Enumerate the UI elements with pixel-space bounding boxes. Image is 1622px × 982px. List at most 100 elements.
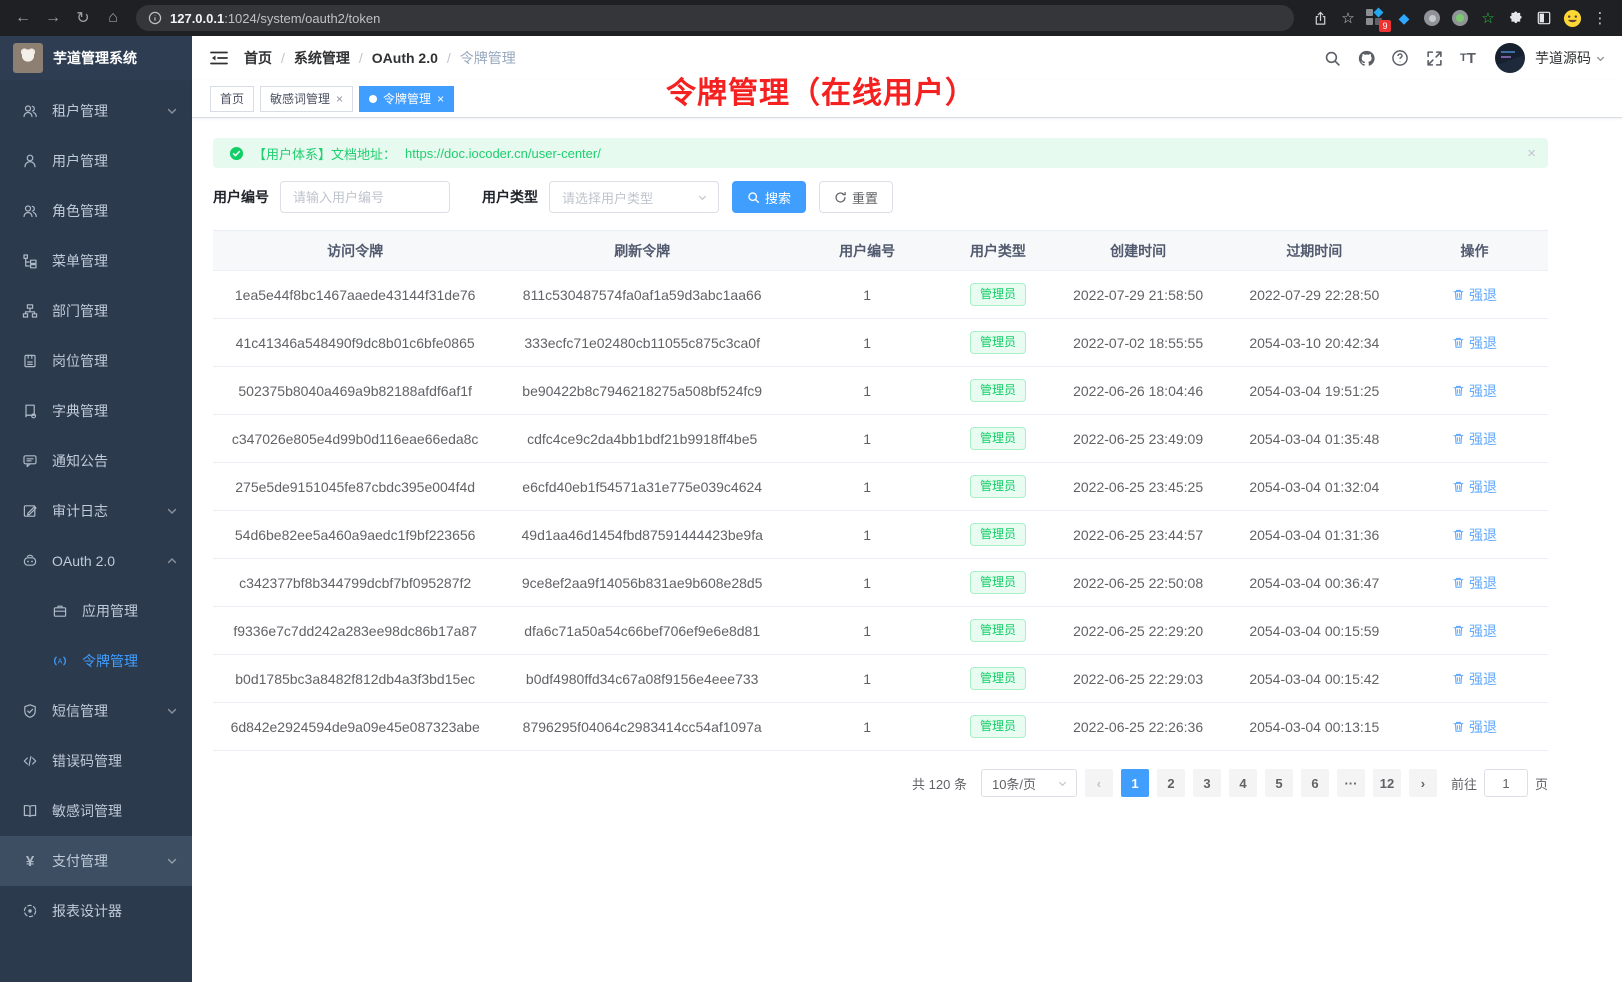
fullscreen-icon[interactable]: [1419, 43, 1449, 73]
force-logout-button[interactable]: 强退: [1452, 717, 1497, 737]
page-button-12[interactable]: 12: [1373, 769, 1401, 797]
action-cell: 强退: [1401, 703, 1548, 751]
tab-令牌管理[interactable]: 令牌管理×: [359, 86, 454, 112]
user-id-input[interactable]: [280, 181, 450, 213]
sidebar-item-notice[interactable]: 通知公告: [0, 436, 192, 486]
dept-icon: [22, 303, 38, 319]
page-button-6[interactable]: 6: [1301, 769, 1329, 797]
tab-close-icon[interactable]: ×: [336, 92, 343, 106]
alert-doc-link[interactable]: https://doc.iocoder.cn/user-center/: [405, 146, 601, 161]
page-button-1[interactable]: 1: [1121, 769, 1149, 797]
search-button[interactable]: 搜索: [732, 181, 806, 213]
page-size-select[interactable]: 10条/页: [981, 769, 1077, 797]
tab-close-icon[interactable]: ×: [437, 92, 444, 106]
avatar[interactable]: [1495, 43, 1525, 73]
sidebar-fold-icon[interactable]: [210, 50, 228, 66]
role-icon: [22, 203, 38, 219]
goto-page-input[interactable]: [1484, 769, 1528, 797]
sidebar-item-oauth[interactable]: OAuth 2.0: [0, 536, 192, 586]
refresh-token-cell: 333ecfc71e02480cb11055c875c3ca0f: [497, 319, 787, 367]
breadcrumb-separator: /: [281, 50, 285, 66]
sidebar-item-post[interactable]: 岗位管理: [0, 336, 192, 386]
user-type-select[interactable]: 请选择用户类型: [549, 181, 719, 213]
reload-icon[interactable]: ↻: [70, 5, 96, 31]
split-screen-extension-icon[interactable]: [1532, 6, 1556, 30]
sidebar-item-pay[interactable]: ¥支付管理: [0, 836, 192, 886]
force-logout-button[interactable]: 强退: [1452, 573, 1497, 593]
username[interactable]: 芋道源码: [1535, 48, 1591, 68]
sidebar-item-audit[interactable]: 审计日志: [0, 486, 192, 536]
page-button-3[interactable]: 3: [1193, 769, 1221, 797]
bookmark-star-icon[interactable]: ☆: [1336, 6, 1360, 30]
sidebar-item-role[interactable]: 角色管理: [0, 186, 192, 236]
search-icon[interactable]: [1317, 43, 1347, 73]
force-logout-button[interactable]: 强退: [1452, 477, 1497, 497]
puzzle-extension-icon[interactable]: [1504, 6, 1528, 30]
force-logout-button[interactable]: 强退: [1452, 669, 1497, 689]
force-logout-button[interactable]: 强退: [1452, 429, 1497, 449]
extensions-icon[interactable]: 9: [1364, 6, 1388, 30]
back-icon[interactable]: ←: [10, 5, 36, 31]
user-caret-icon[interactable]: [1595, 53, 1606, 64]
home-icon[interactable]: ⌂: [100, 5, 126, 31]
github-icon[interactable]: [1351, 43, 1381, 73]
force-logout-button[interactable]: 强退: [1452, 285, 1497, 305]
reset-button[interactable]: 重置: [819, 181, 893, 213]
force-logout-button[interactable]: 强退: [1452, 525, 1497, 545]
gem-extension-icon[interactable]: ◆: [1392, 6, 1416, 30]
sidebar-item-sms[interactable]: 短信管理: [0, 686, 192, 736]
sidebar-item-dept[interactable]: 部门管理: [0, 286, 192, 336]
profile-emoji-icon[interactable]: [1560, 6, 1584, 30]
sidebar-item-user[interactable]: 用户管理: [0, 136, 192, 186]
breadcrumb-item[interactable]: 系统管理: [294, 48, 350, 68]
column-header: 用户编号: [787, 231, 947, 271]
sidebar-item-label: 敏感词管理: [52, 801, 184, 821]
page-button-4[interactable]: 4: [1229, 769, 1257, 797]
force-logout-label: 强退: [1469, 573, 1497, 593]
sidebar-item-errcode[interactable]: 错误码管理: [0, 736, 192, 786]
knob-extension-icon[interactable]: [1420, 6, 1444, 30]
sidebar-item-menu[interactable]: 菜单管理: [0, 236, 192, 286]
address-bar[interactable]: 127.0.0.1:1024/system/oauth2/token: [136, 5, 1294, 31]
share-icon[interactable]: [1308, 6, 1332, 30]
green-dot-extension-icon[interactable]: [1448, 6, 1472, 30]
action-cell: 强退: [1401, 607, 1548, 655]
refresh-icon: [834, 191, 847, 204]
forward-icon[interactable]: →: [40, 5, 66, 31]
star-extension-icon[interactable]: ☆: [1476, 6, 1500, 30]
more-pages-button[interactable]: ···: [1337, 769, 1365, 797]
refresh-token-cell: 811c530487574fa0af1a59d3abc1aa66: [497, 271, 787, 319]
tab-首页[interactable]: 首页: [210, 86, 254, 112]
force-logout-button[interactable]: 强退: [1452, 333, 1497, 353]
help-icon[interactable]: [1385, 43, 1415, 73]
sidebar-item-token[interactable]: A令牌管理: [0, 636, 192, 686]
oauth-icon: [22, 553, 38, 569]
force-logout-button[interactable]: 强退: [1452, 381, 1497, 401]
refresh-token-cell: 8796295f04064c2983414cc54af1097a: [497, 703, 787, 751]
force-logout-label: 强退: [1469, 477, 1497, 497]
sidebar-item-dict[interactable]: 字典管理: [0, 386, 192, 436]
sidebar-item-tenant[interactable]: 租户管理: [0, 86, 192, 136]
prev-page-button[interactable]: ‹: [1085, 769, 1113, 797]
font-size-icon[interactable]: TT: [1453, 43, 1483, 73]
tab-敏感词管理[interactable]: 敏感词管理×: [260, 86, 353, 112]
force-logout-button[interactable]: 强退: [1452, 621, 1497, 641]
created-time-cell: 2022-06-25 22:29:03: [1049, 655, 1228, 703]
sidebar-item-app[interactable]: 应用管理: [0, 586, 192, 636]
breadcrumb-item[interactable]: OAuth 2.0: [372, 50, 438, 66]
user-type-cell: 管理员: [947, 415, 1048, 463]
breadcrumb-item[interactable]: 首页: [244, 48, 272, 68]
app-logo[interactable]: 芋道管理系统: [0, 36, 192, 80]
expire-time-cell: 2054-03-04 01:35:48: [1228, 415, 1402, 463]
user-type-badge: 管理员: [970, 427, 1026, 449]
sidebar-item-report[interactable]: 报表设计器: [0, 886, 192, 936]
alert-close-icon[interactable]: ×: [1527, 145, 1536, 162]
page-button-2[interactable]: 2: [1157, 769, 1185, 797]
user-type-badge: 管理员: [970, 715, 1026, 737]
created-time-cell: 2022-06-25 22:50:08: [1049, 559, 1228, 607]
browser-menu-icon[interactable]: ⋮: [1588, 6, 1612, 30]
next-page-button[interactable]: ›: [1409, 769, 1437, 797]
sidebar-item-sensitive[interactable]: 敏感词管理: [0, 786, 192, 836]
page-button-5[interactable]: 5: [1265, 769, 1293, 797]
page-info-icon[interactable]: [148, 11, 162, 25]
